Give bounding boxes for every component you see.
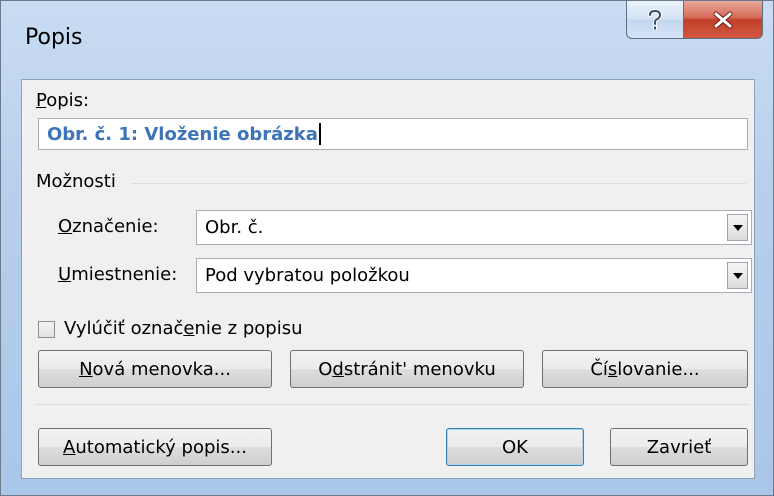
close-button[interactable]	[683, 1, 763, 39]
bottom-separator	[36, 404, 748, 405]
label-dropdown-value: Obr. č.	[205, 217, 264, 238]
exclude-label-checkbox[interactable]	[38, 321, 55, 338]
position-dropdown[interactable]: Pod vybratou položkou	[196, 258, 752, 293]
options-separator	[132, 183, 746, 184]
dialog-title: Popis	[25, 25, 83, 50]
exclude-label-checkbox-label[interactable]: Vylúčiť označenie z popisu	[64, 318, 302, 339]
ok-button[interactable]: OK	[446, 428, 584, 466]
question-mark-icon	[648, 8, 663, 30]
help-button[interactable]	[626, 1, 684, 39]
label-dropdown[interactable]: Obr. č.	[196, 210, 752, 245]
position-field-label: Umiestnenie:	[58, 264, 178, 285]
title-bar[interactable]: Popis	[1, 1, 773, 79]
caption-dialog: Popis Popis: Obr. č. 1: Vloženie obrázka…	[0, 0, 774, 496]
delete-label-button[interactable]: Od stránit' menovku	[290, 350, 524, 388]
label-dropdown-arrow[interactable]	[727, 214, 748, 241]
caption-input[interactable]: Obr. č. 1: Vloženie obrázka	[38, 118, 748, 150]
chevron-down-icon	[732, 224, 743, 231]
dialog-body: Popis: Obr. č. 1: Vloženie obrázka Možno…	[21, 79, 755, 479]
new-label-button[interactable]: Nová menovka...	[38, 350, 272, 388]
chevron-down-icon	[732, 272, 743, 279]
options-group-label: Možnosti	[36, 171, 116, 192]
position-dropdown-arrow[interactable]	[727, 262, 748, 289]
label-field-label: Označenie:	[58, 216, 159, 237]
close-icon	[713, 11, 733, 28]
text-caret	[318, 123, 321, 145]
caption-text: Obr. č. 1: Vloženie obrázka	[47, 123, 318, 145]
cancel-button[interactable]: Zavrieť	[610, 428, 748, 466]
numbering-button[interactable]: Čí s lovanie...	[542, 350, 748, 388]
position-dropdown-value: Pod vybratou položkou	[205, 265, 410, 286]
autocaption-button[interactable]: Automatický popis...	[38, 428, 272, 466]
caption-label: Popis:	[36, 90, 90, 111]
